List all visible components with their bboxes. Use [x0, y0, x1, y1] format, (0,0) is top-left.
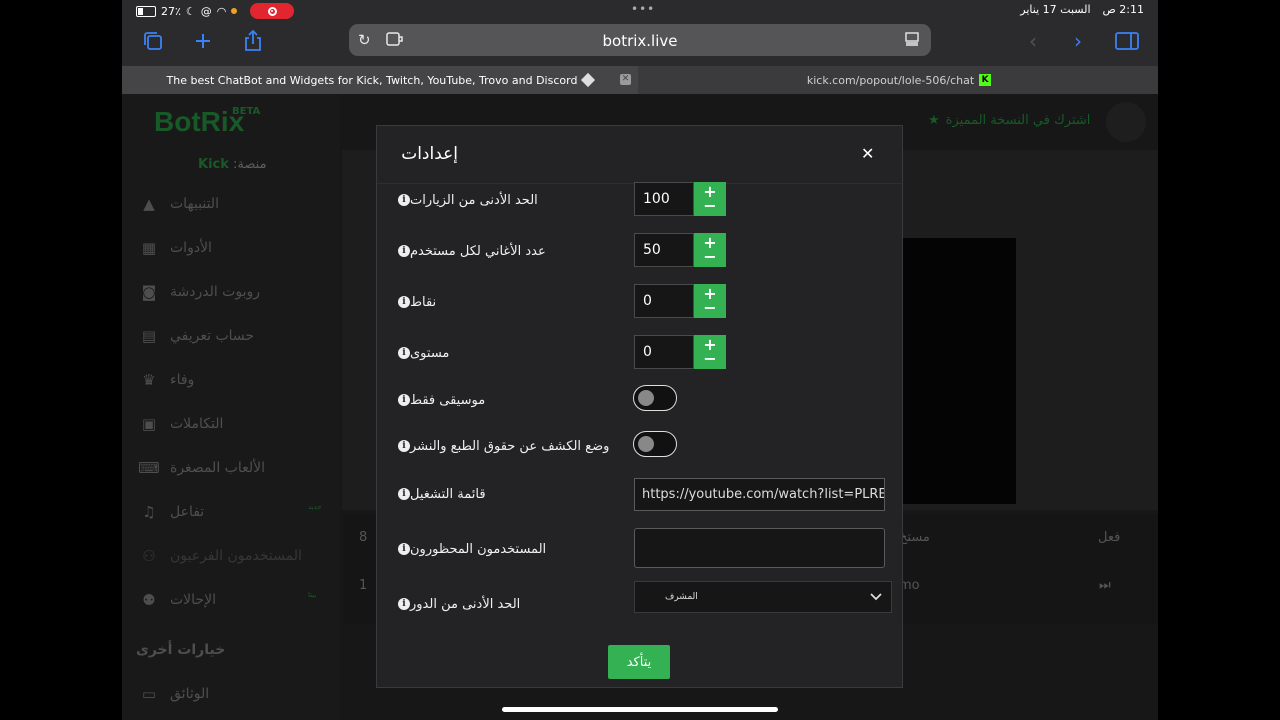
playlist-label-text: قائمة التشغيل: [410, 486, 486, 502]
home-indicator[interactable]: [502, 707, 778, 712]
close-icon[interactable]: ✕: [861, 144, 874, 163]
info-icon[interactable]: i: [398, 440, 410, 452]
info-icon[interactable]: i: [398, 347, 410, 359]
points-label: نقاط i: [393, 292, 436, 312]
info-icon[interactable]: i: [398, 296, 410, 308]
url-text: botrix.live: [602, 32, 678, 50]
status-bar: 27٪ ☾ @ ◠ ••• السبت 17 يناير 2:11 ص: [122, 0, 1158, 22]
sidebar-toggle-icon[interactable]: [1114, 28, 1140, 54]
level-label: مستوى i: [393, 343, 449, 363]
ipad-screen: 27٪ ☾ @ ◠ ••• السبت 17 يناير 2:11 ص ↻ bo…: [122, 0, 1158, 720]
info-icon[interactable]: i: [398, 598, 410, 610]
min-role-label: الحد الأدنى من الدور i: [393, 594, 520, 614]
settings-modal: إعدادات ✕ الحد الأدنى من الزيارات i 100 …: [376, 125, 903, 688]
kick-favicon-icon: K: [979, 74, 992, 86]
level-stepper[interactable]: + −: [694, 335, 726, 369]
moon-icon: ☾: [185, 4, 196, 18]
songs-per-user-label: عدد الأغاني لكل مستخدم i: [393, 241, 546, 261]
playlist-input[interactable]: https://youtube.com/watch?list=PLRE: [634, 478, 885, 511]
banned-users-input[interactable]: [634, 528, 885, 568]
confirm-button[interactable]: يتأكد: [608, 645, 670, 679]
tab-botrix[interactable]: The best ChatBot and Widgets for Kick, T…: [122, 66, 638, 94]
tabs-overview-icon[interactable]: [140, 28, 166, 54]
banned-users-label: المستخدمون المحظورون i: [393, 539, 546, 559]
minus-icon[interactable]: −: [703, 300, 716, 316]
status-time: 2:11 ص: [1102, 3, 1145, 16]
min-role-label-text: الحد الأدنى من الدور: [410, 596, 521, 612]
min-role-select-value: المشرف: [665, 592, 698, 602]
copyright-detection-toggle[interactable]: [633, 431, 677, 457]
music-only-toggle[interactable]: [633, 385, 677, 411]
status-right: السبت 17 يناير 2:11 ص: [1020, 3, 1144, 16]
info-icon[interactable]: i: [398, 245, 410, 257]
tab-title: kick.com/popout/lole-506/chat: [806, 73, 975, 87]
min-role-select[interactable]: المشرف: [634, 581, 892, 613]
new-tab-icon[interactable]: [190, 28, 216, 54]
record-icon: [267, 6, 277, 16]
songs-per-user-label-text: عدد الأغاني لكل مستخدم: [410, 243, 546, 259]
close-tab-icon[interactable]: ✕: [620, 74, 631, 85]
min-visits-label-text: الحد الأدنى من الزيارات: [410, 192, 538, 208]
battery-icon: [136, 5, 156, 17]
address-bar[interactable]: ↻ botrix.live: [349, 24, 931, 56]
status-date: السبت 17 يناير: [1020, 3, 1091, 16]
browser-toolbar: ↻ botrix.live ‹ ›: [122, 22, 1158, 64]
battery-percent: 27٪: [161, 4, 181, 18]
min-visits-label: الحد الأدنى من الزيارات i: [393, 190, 538, 210]
level-label-text: مستوى: [410, 345, 450, 361]
reader-mode-icon[interactable]: [904, 31, 920, 51]
botrix-favicon-icon: [581, 72, 596, 88]
wifi-icon: ◠: [216, 4, 227, 18]
at-icon: @: [200, 4, 212, 18]
info-icon[interactable]: i: [398, 194, 410, 206]
copyright-detection-label: وضع الكشف عن حقوق الطبع والنشر i: [393, 436, 609, 456]
music-only-label-text: موسيقى فقط: [410, 392, 486, 408]
songs-per-user-stepper[interactable]: + −: [694, 233, 726, 267]
playlist-label: قائمة التشغيل i: [393, 484, 486, 504]
min-visits-stepper[interactable]: + −: [694, 182, 726, 216]
minus-icon[interactable]: −: [703, 198, 716, 214]
tab-title: The best ChatBot and Widgets for Kick, T…: [166, 73, 578, 87]
minus-icon[interactable]: −: [703, 351, 716, 367]
back-icon[interactable]: ‹: [1020, 28, 1046, 54]
banned-users-label-text: المستخدمون المحظورون: [410, 541, 547, 557]
toggle-knob: [638, 436, 654, 452]
info-icon[interactable]: i: [398, 488, 410, 500]
toggle-knob: [638, 390, 654, 406]
mic-indicator-icon: [231, 8, 238, 14]
modal-title: إعدادات: [401, 144, 458, 164]
forward-icon[interactable]: ›: [1065, 28, 1091, 54]
screen-recording-indicator[interactable]: [250, 3, 295, 19]
points-input[interactable]: 0: [634, 284, 694, 318]
info-icon[interactable]: i: [398, 543, 410, 555]
multitask-dots-icon[interactable]: •••: [631, 2, 655, 16]
status-left: 27٪ ☾ @ ◠: [136, 3, 295, 19]
chevron-down-icon: [870, 590, 882, 604]
tab-bar: The best ChatBot and Widgets for Kick, T…: [122, 66, 1158, 94]
points-label-text: نقاط: [410, 294, 437, 310]
min-visits-input[interactable]: 100: [634, 182, 694, 216]
copyright-detection-label-text: وضع الكشف عن حقوق الطبع والنشر: [410, 438, 610, 454]
points-stepper[interactable]: + −: [694, 284, 726, 318]
songs-per-user-input[interactable]: 50: [634, 233, 694, 267]
music-only-label: موسيقى فقط i: [393, 390, 485, 410]
tab-kick-chat[interactable]: kick.com/popout/lole-506/chat K: [640, 66, 1158, 94]
share-icon[interactable]: [240, 28, 266, 54]
info-icon[interactable]: i: [398, 394, 410, 406]
modal-header: إعدادات ✕: [377, 126, 902, 184]
level-input[interactable]: 0: [634, 335, 694, 369]
minus-icon[interactable]: −: [703, 249, 716, 265]
